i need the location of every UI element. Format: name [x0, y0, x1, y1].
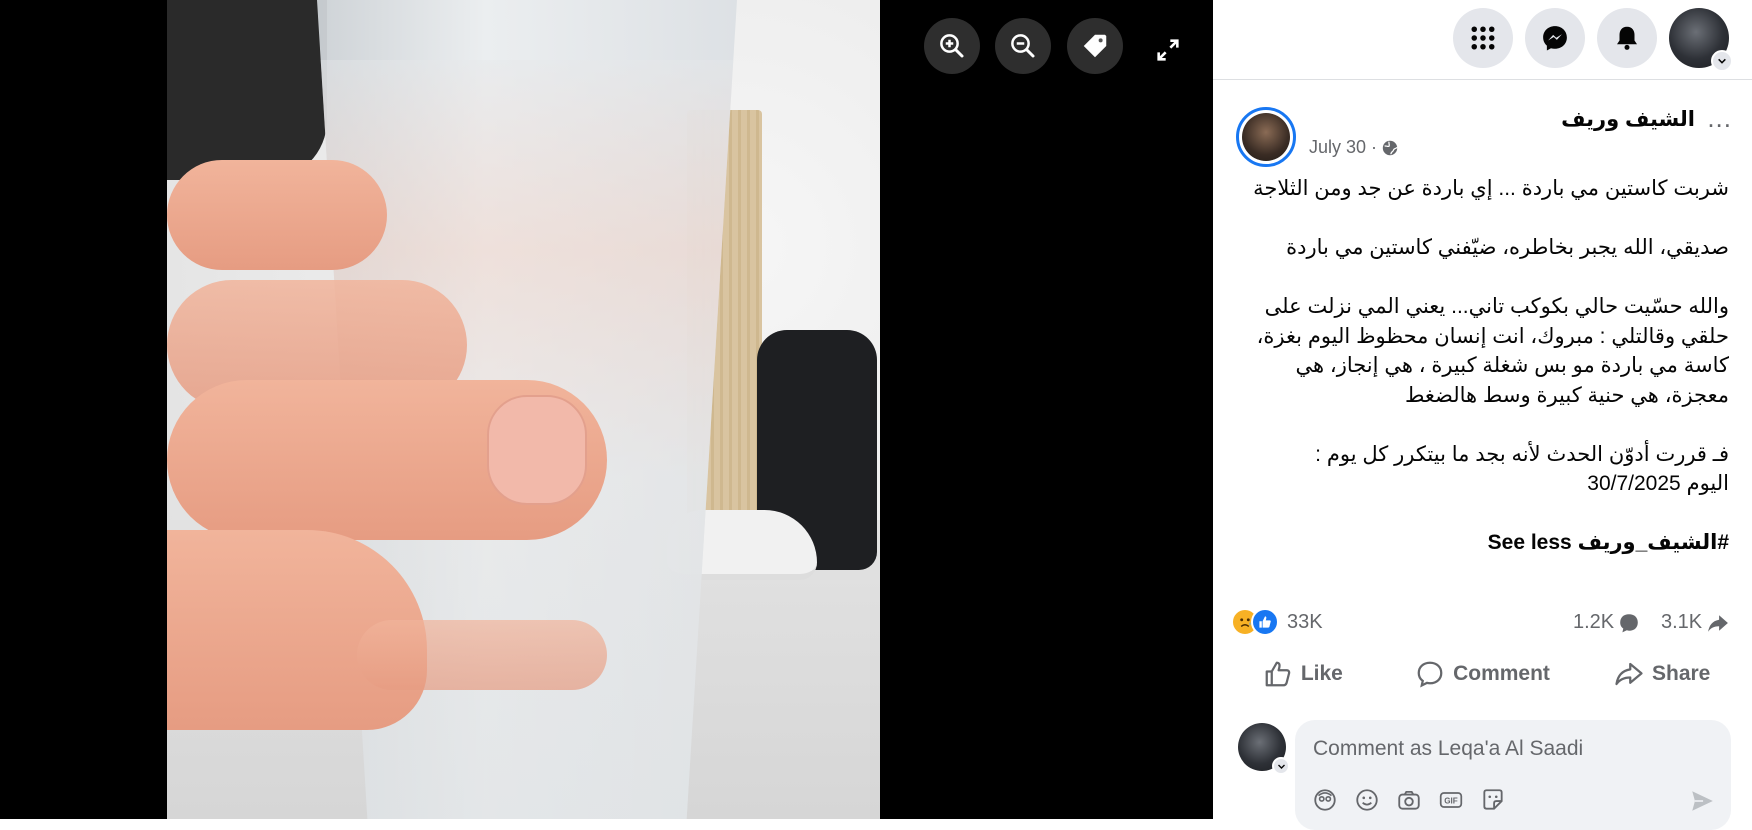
notifications-button[interactable]	[1597, 8, 1657, 68]
post-photo[interactable]	[167, 0, 880, 819]
emoji-icon	[1356, 789, 1378, 811]
author-avatar[interactable]	[1236, 107, 1296, 167]
photo-viewer	[0, 0, 1213, 819]
chevron-down-icon	[1272, 757, 1290, 775]
like-label: Like	[1300, 662, 1343, 685]
post-actions: Like Comment Share	[1213, 650, 1752, 698]
messenger-button[interactable]	[1525, 8, 1585, 68]
post-paragraph: صديقي، الله يجبر بخاطره، ضيّفني كاستين م…	[1286, 236, 1729, 259]
hashtag-line: #الشيف_وريف See less	[1229, 528, 1729, 558]
messenger-icon	[1543, 26, 1567, 51]
post-paragraph: اليوم 30/7/2025	[1587, 472, 1729, 495]
comment-icon	[1417, 661, 1443, 688]
like-button[interactable]: Like	[1213, 650, 1393, 698]
comments-count[interactable]: 1.2K	[1573, 611, 1640, 634]
photo-finger-through-glass	[357, 620, 607, 690]
share-button[interactable]: Share	[1572, 650, 1752, 698]
zoom-in-icon	[940, 34, 964, 58]
author-name[interactable]: الشيف وريف	[1561, 107, 1695, 132]
like-reaction-icon	[1251, 608, 1279, 636]
account-avatar[interactable]	[1669, 8, 1733, 72]
photo-hand	[167, 150, 607, 750]
gif-icon: GIF	[1439, 792, 1463, 808]
shares-count-text: 3.1K	[1661, 611, 1703, 633]
post-stats: 33K 1.2K 3.1K	[1213, 606, 1752, 642]
photo-fingernail	[487, 395, 587, 505]
sticker-icon	[1483, 789, 1503, 810]
fullscreen-button[interactable]	[1148, 30, 1188, 70]
post-paragraph: فـ قررت أدوّن الحدث لأنه بجد ما بيتكرر ك…	[1315, 442, 1729, 466]
photo-finger	[167, 160, 387, 270]
zoom-out-icon	[1011, 34, 1035, 58]
more-options-icon[interactable]: ...	[1707, 105, 1732, 131]
post-body: شربت كاستين مي باردة ... إي باردة عن جد …	[1229, 174, 1729, 558]
svg-text:GIF: GIF	[1444, 796, 1458, 805]
zoom-out-button[interactable]	[995, 18, 1051, 74]
thumbs-up-icon	[1265, 661, 1291, 687]
camera-icon	[1398, 790, 1420, 810]
comments-count-text: 1.2K	[1573, 611, 1615, 633]
send-icon[interactable]	[1689, 788, 1715, 814]
share-arrow-icon	[1708, 614, 1729, 632]
reaction-count: 33K	[1287, 610, 1323, 633]
shares-count[interactable]: 3.1K	[1661, 611, 1730, 634]
post-date-text: July 30 ·	[1309, 137, 1378, 157]
gif-button[interactable]: GIF	[1437, 786, 1465, 814]
comment-input[interactable]	[1313, 734, 1713, 764]
comment-composer: GIF	[1295, 720, 1731, 830]
sticker-button[interactable]	[1479, 786, 1507, 814]
see-less-link[interactable]: See less	[1488, 531, 1572, 554]
post-paragraph: شربت كاستين مي باردة ... إي باردة عن جد …	[1253, 177, 1729, 200]
composer-tools: GIF	[1311, 786, 1507, 814]
share-icon	[1615, 662, 1643, 686]
comment-label: Comment	[1453, 662, 1550, 685]
globe-icon	[1382, 140, 1398, 155]
tag-button[interactable]	[1067, 18, 1123, 74]
top-navigation	[1213, 0, 1752, 80]
avatar-sticker-icon	[1314, 789, 1336, 811]
chevron-down-icon	[1711, 50, 1733, 72]
post-paragraph: والله حسّيت حالي بكوكب تاني... يعني المي…	[1256, 295, 1729, 407]
commenter-avatar[interactable]	[1238, 723, 1290, 775]
comment-bubble-icon	[1620, 613, 1638, 632]
bell-icon	[1617, 26, 1637, 50]
share-label: Share	[1651, 662, 1711, 685]
tag-icon	[1083, 34, 1107, 58]
menu-button[interactable]	[1453, 8, 1513, 68]
menu-grid-icon	[1471, 26, 1495, 50]
camera-button[interactable]	[1395, 786, 1423, 814]
zoom-in-button[interactable]	[924, 18, 980, 74]
comment-button[interactable]: Comment	[1393, 650, 1573, 698]
post-timestamp[interactable]: July 30 ·	[1309, 137, 1399, 158]
reactions-summary[interactable]: 33K	[1231, 608, 1323, 636]
expand-icon	[1157, 39, 1179, 61]
avatar-sticker-button[interactable]	[1311, 786, 1339, 814]
post-panel: الشيف وريف ... July 30 · شربت كاستين مي …	[1213, 0, 1752, 830]
post-header: الشيف وريف ... July 30 ·	[1213, 95, 1752, 175]
hashtag-link[interactable]: #الشيف_وريف	[1578, 531, 1729, 554]
emoji-button[interactable]	[1353, 786, 1381, 814]
